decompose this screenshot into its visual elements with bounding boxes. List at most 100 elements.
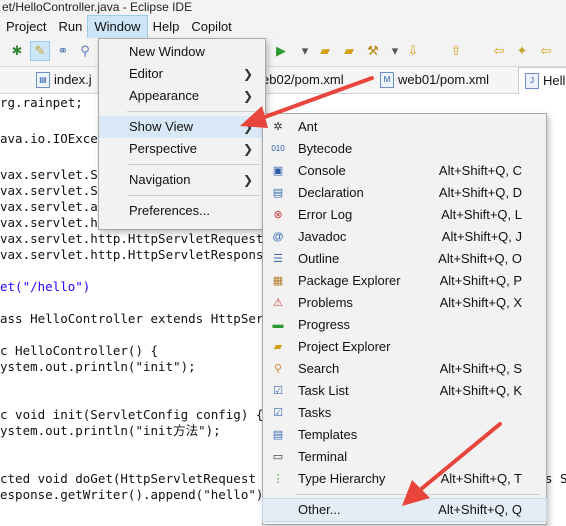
tab-label: index.j xyxy=(54,72,92,87)
outline-icon: ☰ xyxy=(273,253,283,265)
run-icon[interactable]: ▶ xyxy=(272,42,290,60)
code-line: ava.io.IOExcep xyxy=(0,131,106,146)
menubar: Project Run Window Help Copilot xyxy=(0,15,566,39)
tab-hello-controller[interactable]: J Hello xyxy=(518,67,566,94)
view-item-search[interactable]: ⚲ Search Alt+Shift+Q, S xyxy=(263,358,546,380)
last-edit-icon[interactable]: ✦ xyxy=(513,42,531,60)
tasks-icon: ☑ xyxy=(273,407,283,419)
tab-index[interactable]: ▤ index.j xyxy=(36,67,92,93)
link-icon[interactable]: ⚭ xyxy=(54,42,72,60)
open-folder-icon[interactable]: ▰ xyxy=(340,42,358,60)
show-view-submenu: ✲ Ant 010 Bytecode ▣ Console Alt+Shift+Q… xyxy=(262,113,547,525)
code-line: et("/hello") xyxy=(0,279,91,294)
view-item-package-explorer[interactable]: ▦ Package Explorer Alt+Shift+Q, P xyxy=(263,270,546,292)
menu-item-label: New Window xyxy=(129,44,205,59)
prev-annotation-icon[interactable]: ⇧ xyxy=(447,42,465,60)
tab-web01-pom[interactable]: M web01/pom.xml xyxy=(380,67,489,93)
code-line: rg.rainpet; xyxy=(0,95,83,110)
chevron-right-icon: ❯ xyxy=(242,67,253,81)
menu-item-label: Preferences... xyxy=(129,203,210,218)
view-item-shortcut: Alt+Shift+Q, P xyxy=(439,273,522,288)
project-explorer-icon: ▰ xyxy=(273,341,283,353)
view-item-error-log[interactable]: ⊗ Error Log Alt+Shift+Q, L xyxy=(263,204,546,226)
code-line: ystem.out.println("init"); xyxy=(0,359,196,374)
window-menu-perspective[interactable]: Perspective ❯ xyxy=(99,138,265,160)
view-item-terminal[interactable]: ▭ Terminal xyxy=(263,446,546,468)
search-icon: ⚲ xyxy=(273,363,283,375)
view-item-task-list[interactable]: ☑ Task List Alt+Shift+Q, K xyxy=(263,380,546,402)
run-dropdown-icon[interactable]: ▾ xyxy=(296,42,314,60)
view-item-console[interactable]: ▣ Console Alt+Shift+Q, C xyxy=(263,160,546,182)
chevron-right-icon: ❯ xyxy=(242,173,253,187)
window-menu-preferences[interactable]: Preferences... xyxy=(99,200,265,222)
chevron-right-icon: ❯ xyxy=(242,142,253,156)
console-icon: ▣ xyxy=(272,165,284,177)
menu-item-label: Editor xyxy=(129,66,163,81)
view-item-label: Tasks xyxy=(298,405,332,420)
view-item-declaration[interactable]: ▤ Declaration Alt+Shift+Q, D xyxy=(263,182,546,204)
error-log-icon: ⊗ xyxy=(273,209,283,221)
window-menu-navigation[interactable]: Navigation ❯ xyxy=(99,169,265,191)
window-menu-new-window[interactable]: New Window xyxy=(99,41,265,63)
pen-icon[interactable]: ✎ xyxy=(30,41,50,61)
view-item-shortcut: Alt+Shift+Q, X xyxy=(439,295,522,310)
bytecode-icon: 010 xyxy=(271,144,285,153)
view-item-label: Javadoc xyxy=(298,229,347,244)
view-item-label: Terminal xyxy=(298,449,348,464)
view-item-label: Other... xyxy=(298,502,341,517)
view-item-tasks[interactable]: ☑ Tasks xyxy=(263,402,546,424)
view-item-label: Project Explorer xyxy=(298,339,391,354)
tab-web02-pom[interactable]: eb02/pom.xml xyxy=(262,67,344,93)
view-item-label: Type Hierarchy xyxy=(298,471,386,486)
window-menu-editor[interactable]: Editor ❯ xyxy=(99,63,265,85)
progress-icon: ▬ xyxy=(272,319,284,331)
view-item-project-explorer[interactable]: ▰ Project Explorer xyxy=(263,336,546,358)
wrench-dropdown-icon[interactable]: ▾ xyxy=(386,42,404,60)
view-item-ant[interactable]: ✲ Ant xyxy=(263,116,546,138)
view-item-templates[interactable]: ▤ Templates xyxy=(263,424,546,446)
navigate-icon[interactable]: ⚲ xyxy=(76,42,94,60)
view-item-label: Bytecode xyxy=(298,141,353,156)
next-annotation-icon[interactable]: ⇩ xyxy=(404,42,422,60)
wrench-icon[interactable]: ⚒ xyxy=(364,42,382,60)
package-explorer-icon: ▦ xyxy=(272,275,284,287)
view-item-label: Search xyxy=(298,361,340,376)
menu-separator xyxy=(127,195,259,196)
view-item-label: Templates xyxy=(298,427,358,442)
problems-icon: ⚠ xyxy=(273,297,283,309)
view-item-problems[interactable]: ⚠ Problems Alt+Shift+Q, X xyxy=(263,292,546,314)
view-item-javadoc[interactable]: @ Javadoc Alt+Shift+Q, J xyxy=(263,226,546,248)
view-item-label: Task List xyxy=(298,383,349,398)
view-item-label: Progress xyxy=(298,317,351,332)
maven-file-icon: M xyxy=(380,72,394,88)
view-item-other[interactable]: Other... Alt+Shift+Q, Q xyxy=(262,498,547,522)
new-folder-icon[interactable]: ▰ xyxy=(316,42,334,60)
window-menu-show-view[interactable]: Show View ❯ xyxy=(99,116,265,138)
menu-help[interactable]: Help xyxy=(147,16,186,38)
menu-copilot[interactable]: Copilot xyxy=(185,16,237,38)
view-item-type-hierarchy[interactable]: ⋮ Type Hierarchy Alt+Shift+Q, T xyxy=(263,468,546,490)
javadoc-icon: @ xyxy=(272,231,284,243)
terminal-icon: ▭ xyxy=(272,451,284,463)
code-line-fragment: s S xyxy=(545,471,566,486)
view-item-bytecode[interactable]: 010 Bytecode xyxy=(263,138,546,160)
type-hierarchy-icon: ⋮ xyxy=(272,473,284,485)
view-item-outline[interactable]: ☰ Outline Alt+Shift+Q, O xyxy=(263,248,546,270)
forward-icon[interactable]: ⇦ xyxy=(537,42,555,60)
chevron-right-icon: ❯ xyxy=(242,89,253,103)
code-line: ystem.out.println("init方法"); xyxy=(0,423,221,438)
view-item-shortcut: Alt+Shift+Q, K xyxy=(439,383,522,398)
view-item-shortcut: Alt+Shift+Q, S xyxy=(439,361,522,376)
window-menu-appearance[interactable]: Appearance ❯ xyxy=(99,85,265,107)
menu-window[interactable]: Window xyxy=(87,15,148,39)
back-icon[interactable]: ⇦ xyxy=(490,42,508,60)
view-item-shortcut: Alt+Shift+Q, Q xyxy=(438,502,522,517)
menu-project[interactable]: Project xyxy=(0,16,52,38)
menu-run[interactable]: Run xyxy=(52,16,88,38)
view-item-shortcut: Alt+Shift+Q, T xyxy=(440,471,522,486)
view-item-progress[interactable]: ▬ Progress xyxy=(263,314,546,336)
chevron-right-icon: ❯ xyxy=(242,120,253,134)
view-item-label: Error Log xyxy=(298,207,353,222)
debug-icon[interactable]: ✱ xyxy=(8,42,26,60)
code-line: esponse.getWriter().append("hello"); xyxy=(0,487,271,502)
